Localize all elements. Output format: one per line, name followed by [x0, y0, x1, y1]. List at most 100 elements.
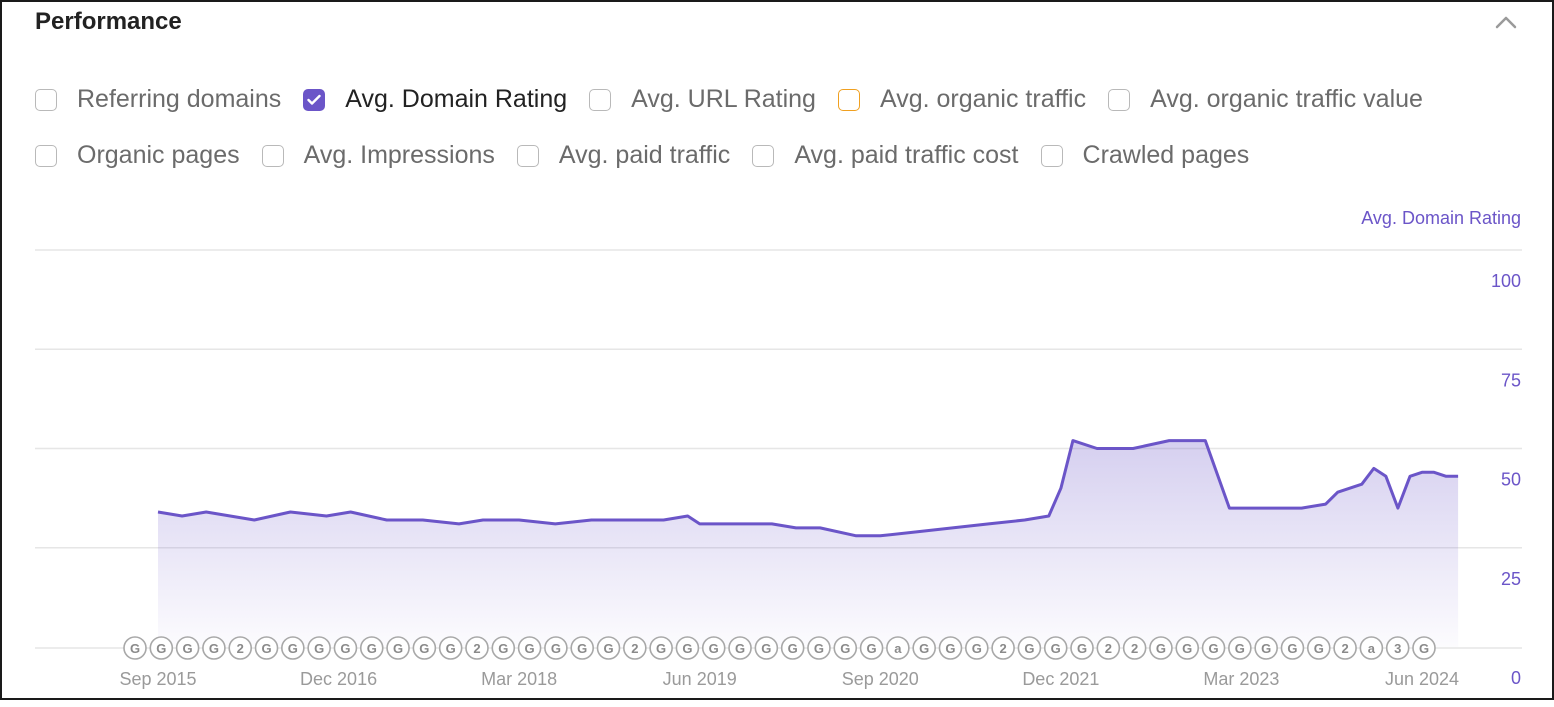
metric-option-crawled-pages[interactable]: Crawled pages	[1040, 141, 1250, 170]
annotation-marker-label: G	[867, 641, 877, 656]
annotation-marker-label: 2	[237, 641, 244, 656]
metric-label: Avg. Impressions	[303, 141, 495, 169]
annotation-marker-label: G	[1235, 641, 1245, 656]
metric-label: Organic pages	[77, 141, 240, 169]
annotation-marker-label: G	[1077, 641, 1087, 656]
metric-option-avg-impressions[interactable]: Avg. Impressions	[261, 141, 495, 170]
annotation-marker-label: G	[314, 641, 324, 656]
annotation-marker-label: 3	[1394, 641, 1401, 656]
metric-label: Avg. paid traffic cost	[794, 141, 1019, 169]
annotation-marker-label: G	[1182, 641, 1192, 656]
checkbox[interactable]	[35, 144, 57, 167]
metrics-row-1: Referring domains Avg. Domain Rating Avg. …	[35, 85, 1445, 114]
x-tick-label: Sep 2015	[119, 669, 196, 689]
performance-panel: Performance Referring domains Avg. Domain…	[0, 0, 1554, 700]
annotation-marker-label: G	[551, 641, 561, 656]
annotation-marker-label: 2	[1131, 641, 1138, 656]
series-area	[158, 440, 1459, 647]
annotation-marker-label: G	[1314, 641, 1324, 656]
metric-label: Avg. organic traffic value	[1150, 85, 1423, 113]
annotation-marker-label: G	[1024, 641, 1034, 656]
x-tick-label: Mar 2018	[481, 669, 557, 689]
annotation-marker-label: G	[130, 641, 140, 656]
checkbox[interactable]	[35, 88, 57, 111]
metric-option-avg-organic-traffic-value[interactable]: Avg. organic traffic value	[1108, 85, 1423, 114]
annotation-marker-label: G	[945, 641, 955, 656]
y-tick-label: 0	[1511, 668, 1521, 688]
checkmark-icon	[307, 94, 321, 105]
annotation-marker-label: G	[183, 641, 193, 656]
metric-label: Avg. paid traffic	[558, 141, 731, 169]
annotation-marker-label: G	[525, 641, 535, 656]
metric-option-organic-pages[interactable]: Organic pages	[35, 141, 240, 170]
annotation-marker-label: 2	[999, 641, 1006, 656]
annotation-marker-label: G	[814, 641, 824, 656]
y-axis-title: Avg. Domain Rating	[1361, 208, 1521, 228]
annotation-marker-label: G	[919, 641, 929, 656]
annotation-marker-label: G	[656, 641, 666, 656]
x-tick-label: Sep 2020	[842, 669, 919, 689]
metric-label: Avg. URL Rating	[631, 85, 816, 113]
annotation-marker-label: G	[367, 641, 377, 656]
annotation-marker-label: G	[603, 641, 613, 656]
annotation-marker-label: G	[1261, 641, 1271, 656]
metric-option-referring-domains[interactable]: Referring domains	[35, 85, 281, 114]
y-tick-label: 100	[1491, 271, 1521, 291]
y-tick-label: 75	[1501, 370, 1521, 390]
annotation-marker-label: 2	[631, 641, 638, 656]
annotation-marker-label: G	[840, 641, 850, 656]
checkbox[interactable]	[261, 144, 284, 167]
annotation-marker-label: G	[393, 641, 403, 656]
metric-option-avg-domain-rating[interactable]: Avg. Domain Rating	[303, 85, 567, 114]
annotation-marker-label: G	[340, 641, 350, 656]
annotation-marker-label: G	[1051, 641, 1061, 656]
annotation-marker-label: G	[1156, 641, 1166, 656]
annotation-marker-label: 2	[1341, 641, 1348, 656]
annotation-marker-label: G	[682, 641, 692, 656]
y-tick-label: 50	[1501, 470, 1521, 490]
x-tick-label: Dec 2021	[1022, 669, 1099, 689]
checkbox[interactable]	[303, 88, 326, 111]
checkbox[interactable]	[1040, 144, 1063, 167]
x-tick-label: Jun 2024	[1385, 669, 1459, 689]
metrics-row-2: Organic pages Avg. Impressions Avg. paid t…	[35, 141, 1271, 170]
annotation-marker-label: G	[1419, 641, 1429, 656]
annotation-marker-label: G	[261, 641, 271, 656]
x-tick-label: Dec 2016	[300, 669, 377, 689]
domain-rating-chart: Avg. Domain Rating 100 75 50 25 0 G G G G 2 G G G G G G G…	[2, 192, 1554, 702]
x-tick-label: Jun 2019	[663, 669, 737, 689]
metric-label: Avg. Domain Rating	[345, 85, 568, 113]
annotation-marker-label: G	[288, 641, 298, 656]
x-tick-label: Mar 2023	[1203, 669, 1279, 689]
metric-option-avg-paid-traffic-cost[interactable]: Avg. paid traffic cost	[752, 141, 1019, 170]
annotation-marker-label: G	[577, 641, 587, 656]
metric-option-avg-url-rating[interactable]: Avg. URL Rating	[589, 85, 816, 114]
annotation-marker-label: a	[894, 641, 902, 656]
annotation-marker-label: G	[972, 641, 982, 656]
chart-svg: Avg. Domain Rating 100 75 50 25 0 G G G G 2 G G G G G G G…	[35, 208, 1522, 689]
metric-option-avg-paid-traffic[interactable]: Avg. paid traffic	[516, 141, 731, 170]
metric-label: Referring domains	[77, 85, 282, 113]
panel-title: Performance	[35, 8, 182, 35]
metric-label: Avg. organic traffic	[879, 85, 1087, 113]
annotation-marker-label: G	[1208, 641, 1218, 656]
checkbox[interactable]	[837, 88, 860, 111]
annotation-marker-label: G	[446, 641, 456, 656]
annotation-marker-label: G	[761, 641, 771, 656]
annotation-marker-label: G	[156, 641, 166, 656]
annotation-marker-label: G	[209, 641, 219, 656]
y-tick-label: 25	[1501, 569, 1521, 589]
checkbox[interactable]	[752, 144, 775, 167]
annotation-marker-label: G	[709, 641, 719, 656]
annotation-marker-label: G	[735, 641, 745, 656]
checkbox[interactable]	[589, 88, 612, 111]
checkbox[interactable]	[1108, 88, 1131, 111]
collapse-chevron-icon[interactable]	[1491, 8, 1521, 38]
annotation-marker-label: 2	[1105, 641, 1112, 656]
metric-label: Crawled pages	[1082, 141, 1250, 169]
annotation-marker-label: G	[1287, 641, 1297, 656]
annotation-marker-label: G	[498, 641, 508, 656]
metric-option-avg-organic-traffic[interactable]: Avg. organic traffic	[837, 85, 1087, 114]
annotation-marker-label: 2	[473, 641, 480, 656]
checkbox[interactable]	[516, 144, 539, 167]
